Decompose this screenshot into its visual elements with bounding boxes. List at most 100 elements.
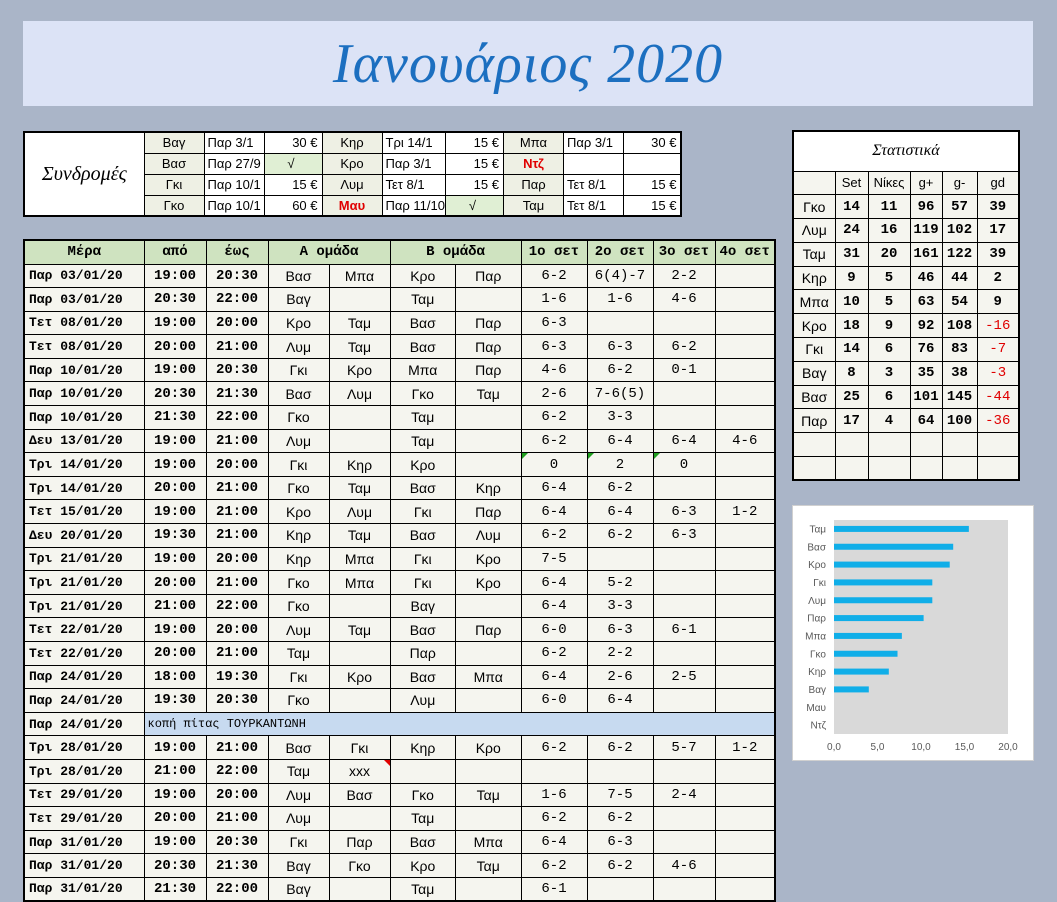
set-3-score xyxy=(652,829,716,855)
set-2-score: 2-2 xyxy=(586,641,654,666)
match-day: Δευ 20/01/20 xyxy=(23,523,145,548)
stats-sets: 24 xyxy=(834,218,869,243)
set-3-score xyxy=(652,405,716,430)
stats-games-won: 101 xyxy=(909,384,943,410)
team-b-player-1: Βασ xyxy=(389,523,456,548)
schedule-row: Παρ 31/01/20 20:30 21:30 Βαγ Γκο Κρο Ταμ 6-2 6-2… xyxy=(23,853,776,878)
stats-header-row: Set Νίκες g+ g-gd xyxy=(792,170,1020,196)
subscription-date: Παρ 10/1 xyxy=(203,194,265,217)
end-time: 21:00 xyxy=(205,428,269,454)
team-b-player-2: Κρο xyxy=(455,735,522,760)
stats-row: Λυμ 24 16 119 102 17 xyxy=(792,218,1020,243)
stats-sets: 18 xyxy=(834,313,869,339)
set-4-score xyxy=(714,829,776,855)
team-a-player-2: Ταμ xyxy=(328,334,391,359)
stats-header: g- xyxy=(941,170,978,196)
match-day: Τετ 29/01/20 xyxy=(23,806,145,831)
set-3-score xyxy=(652,876,716,902)
start-time: 20:30 xyxy=(143,381,207,407)
subscriber-name: Κηρ xyxy=(321,131,383,154)
stats-games-won: 119 xyxy=(909,218,943,243)
chart-bar xyxy=(834,597,933,604)
chart-category-label: Ντζ xyxy=(811,721,827,732)
subscription-amount: 15 € xyxy=(263,173,323,196)
set-1-score: 6-4 xyxy=(520,593,588,619)
team-b-player-2: Παρ xyxy=(455,357,522,383)
team-a-player-2: Μπα xyxy=(328,570,391,595)
stats-sets: 17 xyxy=(834,408,869,434)
set-2-score: 5-2 xyxy=(586,570,654,595)
team-a-player-1: Βαγ xyxy=(267,853,330,878)
subscription-date: Τετ 8/1 xyxy=(562,173,624,196)
stats-title-row: Στατιστικά xyxy=(792,130,1020,172)
start-time: 19:00 xyxy=(143,829,207,855)
team-a-player-2 xyxy=(328,641,391,666)
start-time: 20:00 xyxy=(143,641,207,666)
set-3-score: 0 xyxy=(652,452,716,477)
set-1-score: 6-3 xyxy=(520,334,588,359)
set-2-score: 6-3 xyxy=(586,829,654,855)
schedule-header: 1ο σετ xyxy=(520,239,588,265)
end-time: 21:00 xyxy=(205,523,269,548)
match-day: Δευ 13/01/20 xyxy=(23,428,145,454)
start-time: 19:00 xyxy=(143,263,207,289)
subscription-date: Παρ 27/9 xyxy=(203,152,265,175)
set-2-score: 6-3 xyxy=(586,334,654,359)
end-time: 21:00 xyxy=(205,475,269,501)
subscriptions-row: Συνδρομές Βαγ Παρ 3/1 30 € Κηρ Τρι 14/1 15 € Μπ… xyxy=(23,131,682,217)
stats-games-won: 161 xyxy=(909,241,943,267)
team-b-player-2: Κηρ xyxy=(455,475,522,501)
subscriber-name: Κρο xyxy=(321,152,383,175)
team-b-player-2: Ταμ xyxy=(455,381,522,407)
stats-game-diff: -16 xyxy=(976,313,1020,339)
team-a-player-1: Βαγ xyxy=(267,876,330,902)
set-2-score: 2-6 xyxy=(586,664,654,690)
set-4-score xyxy=(714,641,776,666)
match-day: Παρ 31/01/20 xyxy=(23,829,145,855)
stats-wins: 6 xyxy=(867,384,911,410)
team-b-player-1: Βαγ xyxy=(389,593,456,619)
team-a-player-2: Ταμ xyxy=(328,475,391,501)
set-3-score xyxy=(652,806,716,831)
chart-category-label: Παρ xyxy=(807,614,826,625)
set-3-score xyxy=(652,475,716,501)
end-time: 21:30 xyxy=(205,853,269,878)
set-2-score: 6-2 xyxy=(586,475,654,501)
set-4-score xyxy=(714,688,776,713)
start-time: 19:00 xyxy=(143,735,207,760)
schedule-row: Τετ 15/01/20 19:00 21:00 Κρο Λυμ Γκι Παρ 6-4 6-4… xyxy=(23,499,776,525)
stats-header xyxy=(792,170,836,196)
stats-row xyxy=(792,432,1020,458)
team-b-player-1: Βασ xyxy=(389,617,456,642)
chart-x-tick: 10,0 xyxy=(911,742,931,753)
stats-wins: 6 xyxy=(867,337,911,362)
team-b-player-2 xyxy=(455,287,522,312)
subscription-date: Παρ 10/1 xyxy=(203,173,265,196)
match-day: Παρ 03/01/20 xyxy=(23,287,145,312)
stats-games-won: 46 xyxy=(909,265,943,291)
stats-wins: 4 xyxy=(867,408,911,434)
set-2-score xyxy=(586,876,654,902)
team-a-player-2: Ταμ xyxy=(328,310,391,336)
chart-category-label: Βασ xyxy=(807,542,826,553)
stats-game-diff xyxy=(976,456,1020,481)
set-1-score: 6-2 xyxy=(520,806,588,831)
team-b-player-2: Παρ xyxy=(455,310,522,336)
schedule-row: Τετ 29/01/20 19:00 20:00 Λυμ Βασ Γκο Ταμ 1-6 7-5… xyxy=(23,782,776,808)
set-2-score: 6-2 xyxy=(586,735,654,760)
set-1-score: 6-4 xyxy=(520,829,588,855)
team-a-player-1: Ταμ xyxy=(267,641,330,666)
match-day: Τρι 28/01/20 xyxy=(23,758,145,784)
start-time: 20:00 xyxy=(143,475,207,501)
subscription-date: Τετ 8/1 xyxy=(381,173,446,196)
stats-games-lost: 83 xyxy=(941,337,978,362)
team-a-player-1: Γκο xyxy=(267,570,330,595)
stats-sets: 9 xyxy=(834,265,869,291)
team-b-player-2: Παρ xyxy=(455,263,522,289)
set-3-score xyxy=(652,688,716,713)
chart-bar xyxy=(834,668,889,675)
set-4-score xyxy=(714,405,776,430)
schedule-row: Παρ 03/01/20 19:00 20:30 Βασ Μπα Κρο Παρ 6-2 6(4… xyxy=(23,263,776,289)
set-1-score: 0 xyxy=(520,452,588,477)
stats-games-lost: 102 xyxy=(941,218,978,243)
